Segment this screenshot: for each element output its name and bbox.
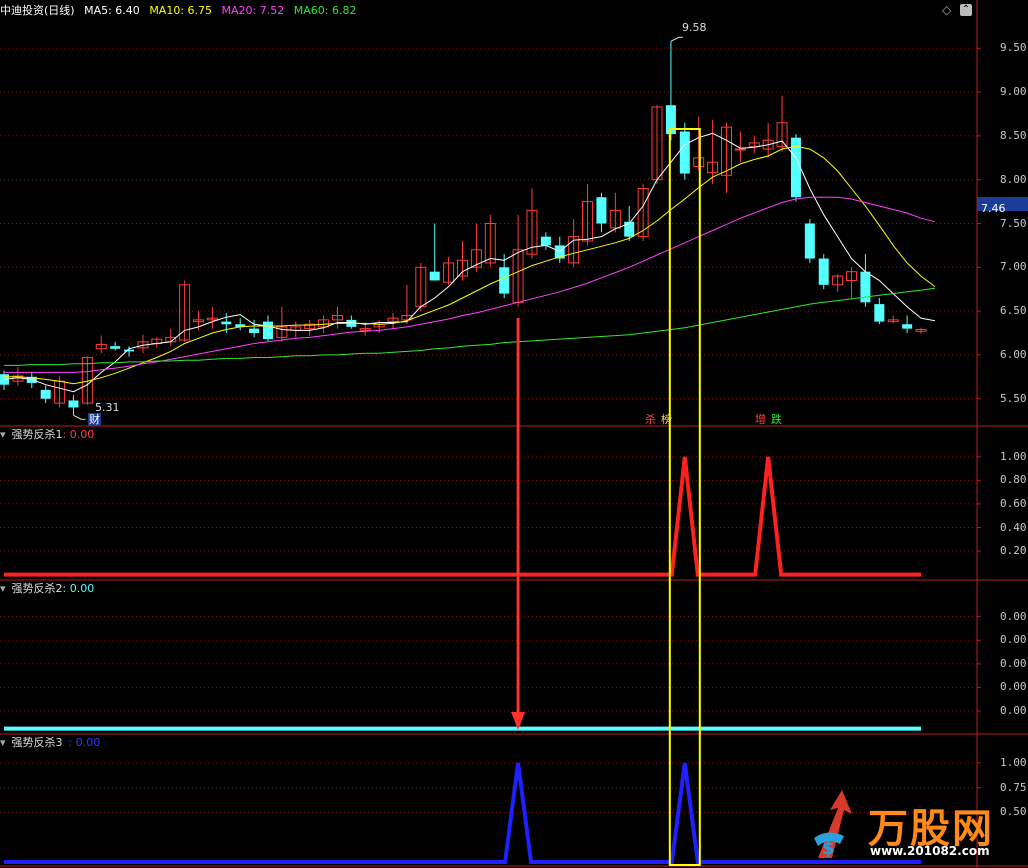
tag-sha[interactable]: 杀 [644,413,657,426]
ind3-header: ▾ 强势反杀3 : 0.00 [0,736,106,750]
indicator-tick-label: 0.00 [1000,680,1027,694]
stock-title: 中迪投资(日线) [0,4,75,17]
candle-down [124,349,135,352]
candle-down [818,258,829,285]
tag-cai[interactable]: 财 [88,413,101,426]
candle-down [804,223,815,259]
candle-up [734,148,746,151]
candle-down [540,236,551,246]
candle-down [499,267,510,294]
candle-down [429,271,440,281]
indicator-tick-label: 0.00 [1000,703,1027,717]
ind3-line [4,762,921,865]
ind2-name: 强势反杀2 [11,582,63,595]
ind3-name: 强势反杀3 [11,736,63,749]
tag-bang[interactable]: 榜 [660,413,673,426]
price-tick-label: 9.50 [1000,41,1027,55]
chevron-down-icon[interactable]: ▾ [0,428,6,441]
ma10-label: MA10: 6.75 [149,4,213,17]
candle-down [221,321,232,325]
tag-die[interactable]: 跌 [770,413,783,426]
chart-canvas[interactable] [0,0,1028,868]
logo-url: www.201082.com [870,844,990,858]
price-tick-label: 9.00 [1000,85,1027,99]
ind1-line [4,456,921,577]
indicator-tick-label: 1.00 [1000,449,1027,463]
ind2-header: ▾ 强势反杀2: 0.00 [0,582,100,596]
candle-down [596,197,607,224]
price-tick-label: 5.50 [1000,391,1027,405]
wangu-logo: $ 万股网 www.201082.com [808,788,1018,864]
svg-text:$: $ [822,838,835,859]
high-price-label: 9.58 [682,21,707,34]
price-tick-label: 7.50 [1000,216,1027,230]
current-price-box: 7.46 [977,197,1028,215]
candle-down [679,131,690,174]
ind1-header: ▾ 强势反杀1: 0.00 [0,428,100,442]
indicator-tick-label: 0.00 [1000,633,1027,647]
ma60-label: MA60: 6.82 [293,4,357,17]
indicator-tick-label: 0.00 [1000,656,1027,670]
ind2-value: : 0.00 [62,582,95,595]
candle-down [902,324,913,329]
indicator-tick-label: 0.20 [1000,544,1027,558]
candle-down [262,321,273,340]
ind1-name: 强势反杀1 [11,428,63,441]
indicator-tick-label: 0.40 [1000,520,1027,534]
ma-line-ma60 [4,287,935,366]
chevron-down-icon[interactable]: ▾ [0,582,6,595]
main-panel-header: 中迪投资(日线) MA5: 6.40 MA10: 6.75 MA20: 7.52… [0,4,362,18]
price-tick-label: 8.50 [1000,128,1027,142]
indicator-tick-label: 1.00 [1000,755,1027,769]
candle-down [40,389,51,399]
arrow-logo-icon: $ [814,790,852,859]
price-tick-label: 8.00 [1000,172,1027,186]
indicator-tick-label: 0.00 [1000,609,1027,623]
price-tick-label: 6.50 [1000,304,1027,318]
diamond-icon[interactable]: ◇ [942,3,951,17]
low-pointer [73,414,86,420]
price-tick-label: 6.00 [1000,347,1027,361]
candle-down [68,400,79,408]
indicator-tick-label: 0.60 [1000,496,1027,510]
high-pointer [670,36,683,42]
tag-zeng[interactable]: 增 [754,413,767,426]
indicator-tick-label: 0.80 [1000,473,1027,487]
candle-down [874,304,885,322]
ma20-label: MA20: 7.52 [221,4,285,17]
highlight-box [668,128,701,866]
candle-down [110,346,121,349]
price-tick-label: 7.00 [1000,260,1027,274]
chevron-down-icon[interactable]: ▾ [0,736,6,749]
ind3-value: : 0.00 [68,736,101,749]
collapse-icon[interactable]: ⌃ [960,4,972,16]
ind1-value: : 0.00 [62,428,95,441]
current-price-label: 7.46 [981,202,1006,215]
ma5-label: MA5: 6.40 [84,4,140,17]
candle-down [249,328,260,334]
